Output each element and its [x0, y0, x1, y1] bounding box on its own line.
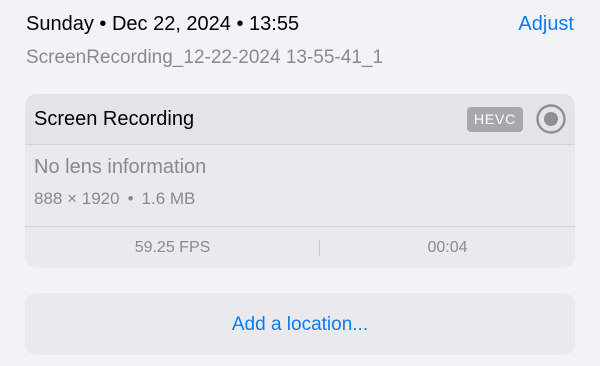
- media-source-title: Screen Recording: [34, 108, 195, 130]
- capture-date-time: Sunday • Dec 22, 2024 • 13:55: [26, 13, 300, 35]
- codec-badge: HEVC: [467, 107, 523, 132]
- photo-info-header: Sunday • Dec 22, 2024 • 13:55 Adjust: [26, 10, 574, 40]
- record-circle-icon: [536, 104, 566, 134]
- media-dimensions: 888 × 1920: [34, 189, 120, 208]
- media-dimensions-size: 888 × 1920 • 1.6 MB: [34, 189, 195, 209]
- media-info-card-header: Screen Recording HEVC: [25, 94, 575, 145]
- media-info-card: Screen Recording HEVC No lens informatio…: [25, 94, 575, 268]
- add-location-label: Add a location...: [231, 314, 369, 335]
- lens-information: No lens information: [34, 156, 207, 178]
- file-name: ScreenRecording_12-22-2024 13-55-41_1: [26, 47, 384, 68]
- media-stats-row: 59.25 FPS 00:04: [25, 226, 575, 268]
- adjust-button[interactable]: Adjust: [518, 13, 574, 36]
- dimensions-separator: •: [127, 189, 134, 208]
- file-size: 1.6 MB: [141, 189, 196, 208]
- video-duration: 00:04: [427, 239, 468, 256]
- frame-rate: 59.25 FPS: [134, 239, 211, 256]
- add-location-button[interactable]: Add a location...: [25, 293, 575, 355]
